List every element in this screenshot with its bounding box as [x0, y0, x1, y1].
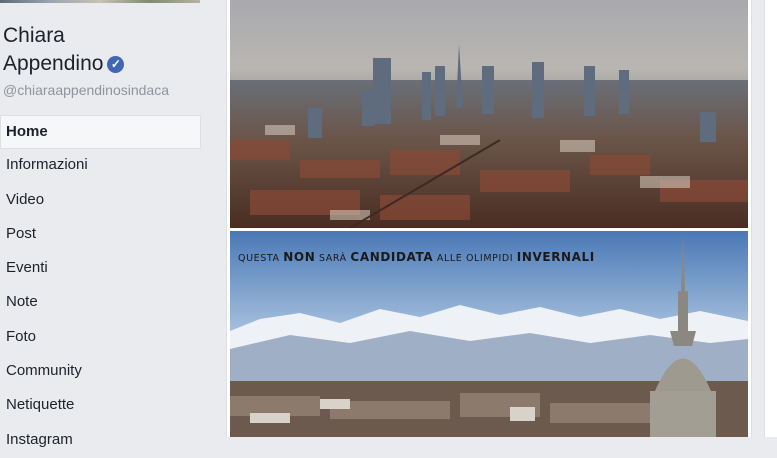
caption-bold2: CANDIDATA	[350, 250, 434, 264]
caption-part3: ALLE OLIMPIDI	[433, 253, 517, 264]
caption-part2: SARÀ	[315, 253, 351, 264]
nav-item-netiquette[interactable]: Netiquette	[0, 389, 201, 423]
caption-part1: QUESTA	[238, 253, 284, 264]
post-image-mountains[interactable]: QUESTA NON SARÀ CANDIDATA ALLE OLIMPIDI …	[230, 231, 748, 437]
nav-item-informazioni[interactable]: Informazioni	[0, 149, 201, 183]
nav-item-instagram[interactable]: Instagram	[0, 424, 201, 458]
page-handle[interactable]: @chiaraappendinosindaca	[3, 82, 169, 98]
nav-item-note[interactable]: Note	[0, 286, 201, 320]
verified-badge-icon: ✓	[107, 56, 125, 73]
nav-item-video[interactable]: Video	[0, 184, 201, 218]
caption-bold3: INVERNALI	[516, 250, 595, 264]
caption-bold1: NON	[283, 250, 316, 264]
post-caption-text: QUESTA NON SARÀ CANDIDATA ALLE OLIMPIDI …	[238, 250, 595, 264]
page-title[interactable]: Chiara Appendino ✓	[3, 22, 125, 78]
right-column	[764, 0, 777, 437]
page-sidebar: Chiara Appendino ✓ @chiaraappendinosindac…	[0, 0, 212, 448]
page-name-last: Appendino	[3, 52, 104, 75]
nav-item-foto[interactable]: Foto	[0, 321, 201, 355]
post-image-city-skyline[interactable]	[230, 0, 748, 228]
nav-item-community[interactable]: Community	[0, 355, 201, 389]
nav-item-post[interactable]: Post	[0, 218, 201, 252]
page-name-first: Chiara	[3, 24, 65, 47]
page-nav: Home Informazioni Video Post Eventi Note…	[0, 115, 201, 458]
nav-item-home[interactable]: Home	[0, 115, 201, 150]
nav-item-eventi[interactable]: Eventi	[0, 252, 201, 286]
post-card: QUESTA NON SARÀ CANDIDATA ALLE OLIMPIDI …	[226, 0, 752, 437]
cover-photo-strip[interactable]	[0, 0, 200, 3]
city-skyline-image	[230, 0, 748, 228]
main-feed: QUESTA NON SARÀ CANDIDATA ALLE OLIMPIDI …	[212, 0, 777, 437]
